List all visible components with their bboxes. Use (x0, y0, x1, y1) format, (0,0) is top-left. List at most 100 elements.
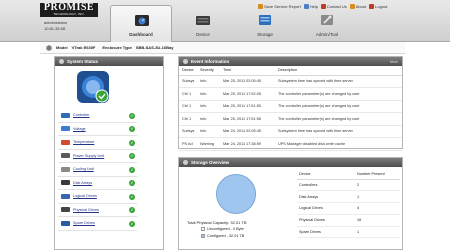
device-count: 2 (355, 179, 400, 192)
panel-title: Storage Overview (191, 160, 230, 165)
table-row: Controllers 2 (297, 179, 400, 192)
status-link[interactable]: Power Supply Unit (73, 154, 104, 158)
logout-icon (369, 4, 375, 9)
event-description: Subsystem time has synced with time serv… (275, 125, 402, 138)
contact-us-link[interactable]: Contact Us (320, 4, 347, 9)
event-severity: Info (197, 112, 220, 126)
col-device: Device (179, 66, 197, 76)
physical-drive-icon (61, 207, 70, 213)
table-row: Ctrl 1 Info Mar 25, 2011 17:52:05 The co… (179, 87, 402, 101)
status-link[interactable]: Temperature (73, 140, 94, 144)
model-label: Model (56, 45, 68, 50)
power-supply-icon (61, 153, 70, 159)
col-device: Device (297, 170, 355, 180)
table-row: Logical Drives 4 (297, 202, 400, 215)
tab-device[interactable]: Device (172, 5, 234, 42)
status-link[interactable]: Controller (73, 113, 89, 117)
model-value: VTrak E630F (71, 45, 96, 50)
link-label: Contact Us (326, 4, 347, 9)
about-link[interactable]: About (349, 4, 366, 9)
system-status-panel: System Status Controller ✓ Voltage ✓ Tem… (54, 56, 164, 250)
event-severity: Info (197, 87, 220, 101)
spare-drive-icon (61, 220, 70, 226)
save-icon (258, 4, 263, 9)
panel-header: System Status (55, 57, 163, 66)
enclosure-value: SBB-SAS-3U-16Bay (135, 45, 174, 50)
event-table: Device Severity Time Description Subsys … (179, 66, 402, 151)
tab-label: Admin/Tool (315, 32, 339, 37)
tab-dashboard[interactable]: Dashboard (110, 5, 172, 42)
status-icon (59, 59, 64, 64)
event-time: Mar 25, 2011 17:51:56 (220, 112, 275, 126)
contact-icon (320, 4, 326, 9)
event-severity: Info (197, 100, 220, 113)
ok-check-icon: ✓ (129, 139, 135, 146)
status-row-logical-drives: Logical Drives ✓ (58, 190, 137, 204)
save-service-report-link[interactable]: Save Service Report (258, 4, 301, 9)
col-time: Time (220, 66, 275, 76)
device-name: Spare Drives (297, 226, 355, 239)
event-description: The controller parameter(s) are changed … (275, 112, 402, 126)
cooling-unit-icon (61, 166, 70, 172)
status-row-power-supply: Power Supply Unit ✓ (58, 150, 137, 163)
voltage-icon (61, 126, 70, 132)
event-description: The controller parameter(s) are changed … (275, 100, 402, 113)
ip-address: 10.81.35.58 (44, 26, 66, 31)
ok-check-icon: ✓ (129, 126, 135, 132)
status-link[interactable]: Disk Arrays (73, 181, 92, 185)
event-device: Subsys (179, 125, 197, 138)
event-description: Subsystem time has synced with time serv… (275, 75, 402, 88)
event-severity: Warning (197, 137, 220, 151)
table-row: PS Ad Warning Mar 24, 2011 17:38:59 UPS … (179, 137, 402, 151)
legend-swatch (201, 234, 205, 238)
tab-label: Storage (257, 32, 273, 37)
logo-subtext: TECHNOLOGY, INC. (53, 12, 85, 16)
legend-unconfigured: Unconfigured - 0 Byte (201, 227, 244, 231)
event-device: Ctrl 1 (179, 112, 197, 126)
logout-link[interactable]: Logout (369, 4, 387, 9)
ok-check-icon: ✓ (129, 193, 135, 200)
dashboard-icon (135, 15, 149, 26)
legend-swatch (201, 227, 205, 231)
event-information-panel: Event Information More Device Severity T… (178, 56, 403, 151)
device-name: Disk Arrays (297, 190, 355, 204)
storage-icon (183, 160, 188, 165)
tab-admin-tool[interactable]: Admin/Tool (296, 5, 358, 42)
status-link[interactable]: Physical Drives (73, 208, 99, 212)
tab-label: Dashboard (129, 32, 153, 37)
controller-icon (61, 112, 70, 118)
event-device: Ctrl 1 (179, 100, 197, 113)
legend-label: Configured - 32.01 TB (207, 234, 245, 238)
link-label: Logout (375, 4, 388, 9)
ok-check-icon: ✓ (129, 153, 135, 159)
status-link[interactable]: Voltage (73, 127, 86, 131)
device-bar: Model VTrak E630F Enclosure Type SBB-SAS… (40, 42, 405, 54)
device-icon (196, 16, 210, 25)
table-row: Ctrl 1 Info Mar 25, 2011 17:51:55 The co… (179, 100, 402, 113)
event-description: UPS Manager disabled disk write cache (275, 137, 402, 151)
event-description: The controller parameter(s) are changed … (275, 87, 402, 101)
status-row-controller: Controller ✓ (58, 109, 137, 123)
tab-storage[interactable]: Storage (234, 5, 296, 42)
device-count: 1 (355, 190, 400, 204)
status-link[interactable]: Logical Drives (73, 194, 97, 198)
device-count: 4 (355, 202, 400, 215)
status-row-temperature: Temperature ✓ (58, 136, 137, 150)
table-header-row: Device Severity Time Description (179, 66, 402, 76)
disk-array-icon (61, 180, 70, 186)
legend-label: Unconfigured - 0 Byte (207, 227, 244, 231)
more-link[interactable]: More (390, 60, 398, 64)
help-link[interactable]: Help (303, 4, 318, 9)
panel-title: System Status (67, 59, 99, 64)
link-label: Save Service Report (264, 4, 301, 9)
event-time: Mar 24, 2011 17:38:59 (220, 137, 275, 151)
col-number-present: Number Present (355, 170, 400, 180)
status-link[interactable]: Spare Drives (73, 221, 95, 225)
table-row: Spare Drives 1 (297, 226, 400, 239)
ok-check-icon: ✓ (129, 220, 135, 227)
col-severity: Severity (197, 66, 220, 76)
device-count: 16 (355, 214, 400, 227)
event-time: Mar 24, 2011 02:05:45 (220, 125, 275, 138)
ok-check-icon: ✓ (129, 207, 135, 213)
status-link[interactable]: Cooling Unit (73, 167, 94, 171)
